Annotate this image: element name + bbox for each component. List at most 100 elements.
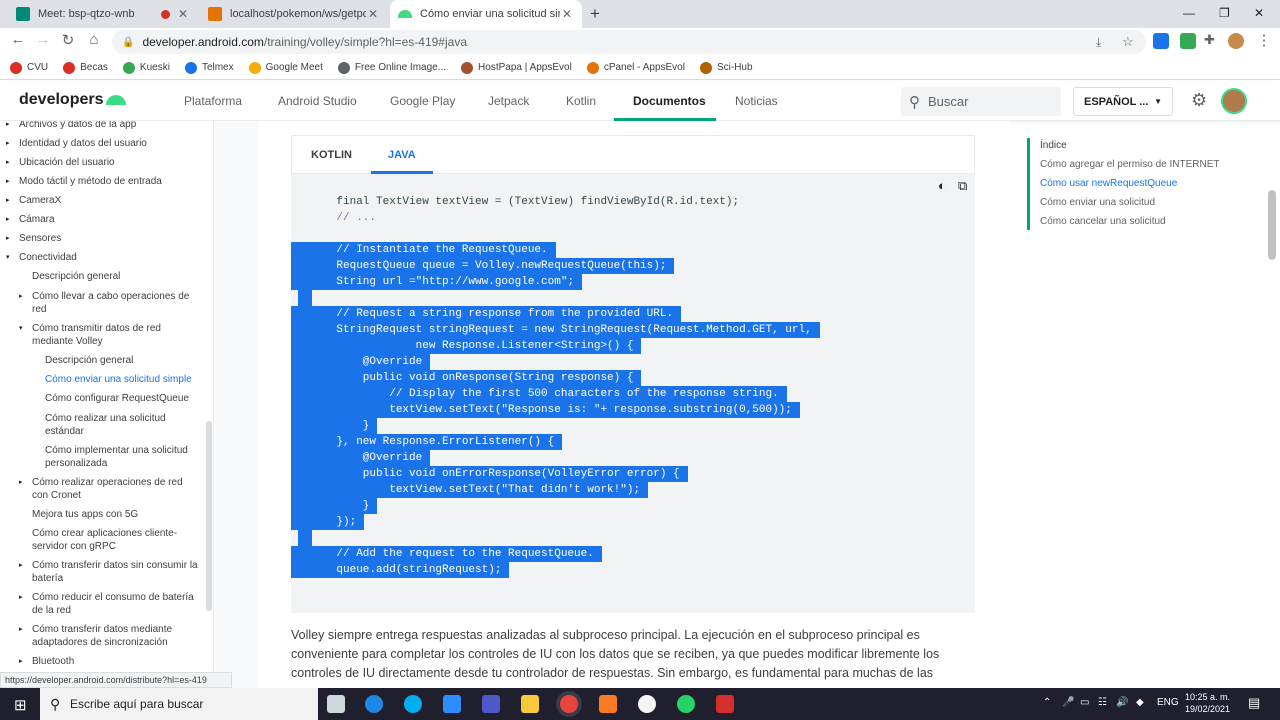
nav-noticias[interactable]: Noticias <box>735 94 778 108</box>
theme-toggle-icon[interactable]: ◐ <box>938 178 946 193</box>
tab-kotlin[interactable]: KOTLIN <box>311 149 352 161</box>
teams-icon[interactable] <box>482 695 500 713</box>
sidebar-item[interactable]: ▸ Cómo transferir datos sin consumir la b… <box>19 559 202 585</box>
bookmark[interactable]: Free Online Image... <box>337 61 446 74</box>
bookmark[interactable]: Google Meet <box>248 61 323 74</box>
close-tab-icon[interactable]: ✕ <box>560 7 574 21</box>
back-icon[interactable]: ← <box>8 31 28 48</box>
browser-tab-android[interactable]: Cómo enviar una solicitud simple ✕ <box>390 0 582 28</box>
copy-icon[interactable]: ⧉ <box>958 178 967 194</box>
forward-icon[interactable]: → <box>33 31 53 48</box>
sidebar-item[interactable]: ▸ Cómo llevar a cabo operaciones de red <box>19 290 200 316</box>
sidebar-item[interactable]: ▸ Archivos y datos de la app <box>6 121 136 131</box>
sidebar-item[interactable]: ▸ CameraX <box>6 194 61 207</box>
code-line: @Override <box>291 354 975 370</box>
sidebar-item[interactable]: Cómo realizar una solicitud estándar <box>45 412 185 438</box>
sidebar-item[interactable]: ▸ Cómo transferir datos mediante adaptado… <box>19 623 192 649</box>
bookmark[interactable]: CVU <box>10 61 48 74</box>
bookmark[interactable]: Telmex <box>184 61 234 74</box>
nav-android-studio[interactable]: Android Studio <box>278 94 357 108</box>
sidebar-item-current[interactable]: Cómo enviar una solicitud simple <box>45 373 192 386</box>
windows-start-icon[interactable]: ⊞ <box>14 696 27 714</box>
tray-chevron-icon[interactable]: ⌃ <box>1043 697 1051 708</box>
search-box[interactable]: ⚲ Buscar <box>901 87 1061 116</box>
teamviewer-icon[interactable] <box>365 695 383 713</box>
toc-item[interactable]: Cómo enviar una solicitud <box>1040 197 1155 208</box>
nav-jetpack[interactable]: Jetpack <box>488 94 529 108</box>
extension-icon[interactable] <box>1180 33 1196 49</box>
notifications-icon[interactable]: ▤ <box>1248 695 1260 711</box>
user-avatar[interactable] <box>1221 88 1247 114</box>
bookmark[interactable]: Becas <box>63 61 108 74</box>
home-icon[interactable]: ⌂ <box>84 31 104 48</box>
extension-icon[interactable] <box>1153 33 1169 49</box>
toc-item-current[interactable]: Cómo usar newRequestQueue <box>1040 178 1177 189</box>
toc-item[interactable]: Cómo cancelar una solicitud <box>1040 216 1166 227</box>
sidebar-item[interactable]: ▸ Sensores <box>6 232 61 245</box>
new-tab-button[interactable]: + <box>590 4 600 24</box>
sidebar-item[interactable]: ▸ Ubicación del usuario <box>6 156 115 169</box>
language-indicator[interactable]: ENG <box>1157 697 1179 708</box>
sidebar-item[interactable]: ▾ Cómo transmitir datos de red mediante V… <box>19 322 182 348</box>
sidebar-item[interactable]: ▸ Cómo reducir el consumo de batería de l… <box>19 591 204 617</box>
close-tab-icon[interactable]: ✕ <box>176 7 190 21</box>
app-icon[interactable] <box>638 695 656 713</box>
page-scrollbar[interactable] <box>1268 190 1276 260</box>
network-icon[interactable]: ▭ <box>1080 697 1089 708</box>
maximize-icon[interactable]: ❐ <box>1219 6 1230 20</box>
sidebar-item[interactable]: ▸ Modo táctil y método de entrada <box>6 175 162 188</box>
address-bar[interactable]: 🔒 developer.android.com/training/volley/… <box>112 30 1146 54</box>
dropbox-icon[interactable]: ◆ <box>1136 697 1144 708</box>
app-icon[interactable] <box>716 695 734 713</box>
taskbar-search[interactable]: ⚲ Escribe aquí para buscar <box>40 688 318 720</box>
volume-icon[interactable]: 🔊 <box>1116 697 1128 708</box>
close-window-icon[interactable]: ✕ <box>1254 6 1264 20</box>
language-select[interactable]: ESPAÑOL ... ▼ <box>1073 87 1173 116</box>
minimize-icon[interactable]: — <box>1183 6 1195 20</box>
zoom-icon[interactable] <box>443 695 461 713</box>
file-explorer-icon[interactable] <box>521 695 539 713</box>
sidebar-item[interactable]: Descripción general <box>45 354 133 367</box>
bookmark[interactable]: cPanel - AppsEvol <box>586 61 685 74</box>
sidebar-item[interactable]: ▸ Cómo realizar operaciones de red con Cr… <box>19 476 197 502</box>
sidebar-item[interactable]: ▸ Identidad y datos del usuario <box>6 137 147 150</box>
whatsapp-icon[interactable] <box>677 695 695 713</box>
skype-icon[interactable] <box>404 695 422 713</box>
developers-logo[interactable]: developers <box>19 91 103 109</box>
sidebar-item[interactable]: Cómo implementar una solicitud personali… <box>45 444 205 470</box>
puzzle-icon[interactable]: ✚ <box>1204 32 1220 48</box>
nav-kotlin[interactable]: Kotlin <box>566 94 596 108</box>
nav-documentos[interactable]: Documentos <box>633 94 706 108</box>
system-clock[interactable]: 10:25 a. m. 19/02/2021 <box>1185 691 1230 715</box>
task-view-icon[interactable] <box>327 695 345 713</box>
bookmark[interactable]: HostPapa | AppsEvol <box>461 61 572 74</box>
toc-item[interactable]: Cómo agregar el permiso de INTERNET <box>1040 159 1220 170</box>
wifi-icon[interactable]: ☷ <box>1098 697 1107 708</box>
sidebar-scrollbar[interactable] <box>206 421 212 611</box>
menu-icon[interactable]: ⋮ <box>1254 31 1274 49</box>
chrome-icon[interactable] <box>560 695 578 713</box>
close-tab-icon[interactable]: ✕ <box>366 7 380 21</box>
settings-gear-icon[interactable]: ⚙ <box>1191 90 1207 111</box>
bookmark-star-icon[interactable]: ☆ <box>1122 34 1134 50</box>
sidebar-item[interactable]: Cómo crear aplicaciones cliente-servidor… <box>32 527 192 553</box>
nav-google-play[interactable]: Google Play <box>390 94 455 108</box>
sidebar-item[interactable]: ▾ Conectividad <box>6 251 77 264</box>
microphone-icon[interactable]: 🎤 <box>1062 697 1074 708</box>
bookmark[interactable]: Sci-Hub <box>699 61 753 74</box>
tab-java[interactable]: JAVA <box>388 149 416 161</box>
sidebar-item[interactable]: ▸ Cámara <box>6 213 55 226</box>
browser-tab-meet[interactable]: Meet: bsp-qtzo-wnb ✕ <box>8 0 198 28</box>
download-icon[interactable]: ⤓ <box>1096 35 1101 50</box>
browser-tab-localhost[interactable]: localhost/pokemon/ws/getpoke ✕ <box>200 0 388 28</box>
profile-avatar[interactable] <box>1228 33 1244 49</box>
reload-icon[interactable]: ↻ <box>58 31 78 49</box>
bookmark[interactable]: Kueski <box>122 61 170 74</box>
code-line: @Override <box>291 450 975 466</box>
xampp-icon[interactable] <box>599 695 617 713</box>
sidebar-item[interactable]: Descripción general <box>32 270 120 283</box>
sidebar-item[interactable]: Cómo configurar RequestQueue <box>45 392 189 405</box>
nav-plataforma[interactable]: Plataforma <box>184 94 242 108</box>
sidebar-item[interactable]: ▸ Bluetooth <box>19 655 74 668</box>
sidebar-item[interactable]: Mejora tus apps con 5G <box>32 508 138 521</box>
